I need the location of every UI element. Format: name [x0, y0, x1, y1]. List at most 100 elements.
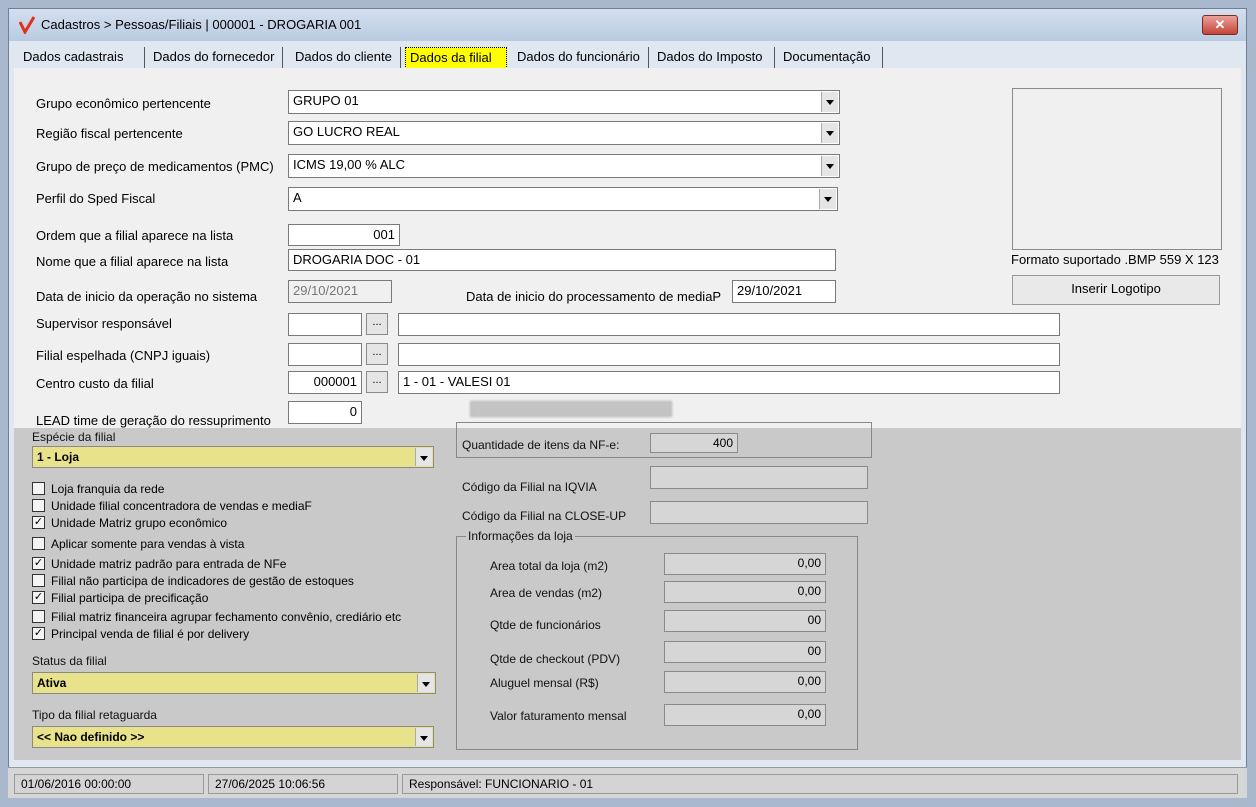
chevron-down-icon[interactable]	[415, 448, 432, 466]
chevron-down-icon[interactable]	[819, 189, 836, 209]
status-select[interactable]: Ativa	[32, 672, 436, 694]
supervisor-search-button[interactable]: ...	[366, 313, 388, 335]
info-loja-title: Informações da loja	[466, 529, 575, 543]
supervisor-code-input[interactable]	[288, 313, 362, 336]
grupo-economico-select[interactable]: GRUPO 01	[288, 90, 840, 114]
data-processamento-label: Data de inicio do processamento de media…	[466, 289, 722, 304]
tab-dados-filial[interactable]: Dados da filial	[405, 47, 507, 69]
status-label: Status da filial	[32, 654, 107, 668]
ordem-label: Ordem que a filial aparece na lista	[36, 228, 234, 243]
tab-dados-cliente[interactable]: Dados do cliente	[291, 47, 401, 69]
close-button[interactable]: ✕	[1202, 15, 1238, 35]
checkbox-vendas-vista[interactable]: Aplicar somente para vendas à vista	[32, 537, 244, 553]
especie-label: Espécie da filial	[32, 430, 116, 444]
centro-custo-search-button[interactable]: ...	[366, 371, 388, 393]
checkbox-label: Aplicar somente para vendas à vista	[51, 537, 245, 551]
created-timestamp: 01/06/2016 00:00:00	[14, 774, 204, 794]
area-vendas-input[interactable]: 0,00	[664, 581, 826, 603]
checkbox-label: Principal venda de filial é por delivery	[51, 627, 250, 641]
tab-dados-imposto[interactable]: Dados do Imposto	[653, 47, 775, 69]
window-title: Cadastros > Pessoas/Filiais | 000001 - D…	[41, 17, 362, 32]
perfil-sped-select[interactable]: A	[288, 187, 838, 211]
data-inicio-input[interactable]: 29/10/2021	[288, 280, 392, 303]
checkbox-label: Filial matriz financeira agrupar fechame…	[51, 610, 402, 624]
checkbox-indicadores-estoque[interactable]: Filial não participa de indicadores de g…	[32, 574, 354, 590]
faturamento-input[interactable]: 0,00	[664, 704, 826, 726]
tipo-label: Tipo da filial retaguarda	[32, 708, 157, 722]
supervisor-name-input[interactable]	[398, 313, 1060, 336]
nome-input[interactable]: DROGARIA DOC - 01	[288, 249, 836, 271]
checkmark-icon[interactable]: ✓	[32, 591, 45, 605]
grupo-preco-value: ICMS 19,00 % ALC	[293, 157, 405, 172]
tab-dados-cadastrais[interactable]: Dados cadastrais	[19, 47, 145, 69]
checkbox-box[interactable]	[32, 537, 45, 551]
checkmark-icon[interactable]: ✓	[32, 627, 45, 641]
checkbox-label: Unidade filial concentradora de vendas e…	[51, 499, 312, 513]
filial-espelhada-search-button[interactable]: ...	[366, 343, 388, 365]
faturamento-label: Valor faturamento mensal	[490, 709, 627, 723]
chevron-down-icon[interactable]	[821, 123, 838, 143]
checkbox-box[interactable]	[32, 574, 45, 588]
chevron-down-icon[interactable]	[415, 728, 432, 746]
especie-select[interactable]: 1 - Loja	[32, 446, 434, 468]
checkbox-matriz-nfe[interactable]: ✓ Unidade matriz padrão para entrada de N…	[32, 557, 286, 573]
closeup-input[interactable]	[650, 501, 868, 524]
iqvia-input[interactable]	[650, 466, 868, 489]
checkmark-icon[interactable]: ✓	[32, 516, 45, 530]
grupo-economico-value: GRUPO 01	[293, 93, 359, 108]
status-value: Ativa	[37, 676, 67, 690]
chevron-down-icon[interactable]	[417, 674, 434, 692]
tab-dados-fornecedor[interactable]: Dados do fornecedor	[149, 47, 283, 69]
area-total-input[interactable]: 0,00	[664, 553, 826, 575]
grupo-economico-label: Grupo econômico pertencente	[36, 96, 211, 111]
checkbox-box[interactable]	[32, 499, 45, 513]
ordem-input[interactable]: 001	[288, 224, 400, 246]
tipo-select[interactable]: << Nao definido >>	[32, 726, 434, 748]
qtde-checkout-input[interactable]: 00	[664, 641, 826, 663]
updated-timestamp: 27/06/2025 10:06:56	[208, 774, 398, 794]
grupo-preco-label: Grupo de preço de medicamentos (PMC)	[36, 159, 274, 174]
tab-dados-funcionario[interactable]: Dados do funcionário	[513, 47, 649, 69]
checkbox-label: Unidade matriz padrão para entrada de NF…	[51, 557, 287, 571]
regiao-fiscal-select[interactable]: GO LUCRO REAL	[288, 121, 840, 145]
perfil-sped-value: A	[293, 190, 302, 205]
lower-section: Espécie da filial 1 - Loja Loja franquia…	[14, 422, 1241, 760]
centro-custo-code-input[interactable]: 000001	[288, 371, 362, 394]
filial-espelhada-name-input[interactable]	[398, 343, 1060, 366]
aluguel-input[interactable]: 0,00	[664, 671, 826, 693]
insert-logo-button[interactable]: Inserir Logotipo	[1012, 275, 1220, 305]
qtde-funcionarios-input[interactable]: 00	[664, 610, 826, 632]
lead-time-label: LEAD time de geração do ressuprimento	[36, 413, 271, 428]
lead-time-input[interactable]: 0	[288, 401, 362, 424]
checkbox-box[interactable]	[32, 610, 45, 624]
nome-label: Nome que a filial aparece na lista	[36, 254, 229, 269]
closeup-label: Código da Filial na CLOSE-UP	[462, 509, 627, 523]
filial-espelhada-code-input[interactable]	[288, 343, 362, 366]
centro-custo-label: Centro custo da filial	[36, 376, 154, 391]
checkbox-filial-concentradora[interactable]: Unidade filial concentradora de vendas e…	[32, 499, 312, 515]
title-bar: Cadastros > Pessoas/Filiais | 000001 - D…	[9, 9, 1246, 41]
aluguel-label: Aluguel mensal (R$)	[490, 676, 599, 690]
chevron-down-icon[interactable]	[821, 92, 838, 112]
grupo-preco-select[interactable]: ICMS 19,00 % ALC	[288, 154, 840, 178]
qtde-checkout-label: Qtde de checkout (PDV)	[490, 652, 621, 666]
iqvia-label: Código da Filial na IQVIA	[462, 480, 597, 494]
qtd-itens-label: Quantidade de itens da NF-e:	[462, 438, 620, 452]
regiao-fiscal-value: GO LUCRO REAL	[293, 124, 400, 139]
tab-documentacao[interactable]: Documentação	[779, 47, 883, 69]
area-vendas-label: Area de vendas (m2)	[490, 586, 603, 600]
checkbox-delivery[interactable]: ✓ Principal venda de filial é por deliver…	[32, 627, 249, 643]
checkbox-unidade-matriz[interactable]: ✓ Unidade Matriz grupo econômico	[32, 516, 227, 532]
chevron-down-icon[interactable]	[821, 156, 838, 176]
checkbox-label: Filial não participa de indicadores de g…	[51, 574, 354, 588]
status-bar: 01/06/2016 00:00:00 27/06/2025 10:06:56 …	[8, 767, 1247, 798]
checkbox-loja-franquia[interactable]: Loja franquia da rede	[32, 482, 164, 498]
centro-custo-name-input[interactable]: 1 - 01 - VALESI 01	[398, 371, 1060, 394]
checkbox-matriz-financeira[interactable]: Filial matriz financeira agrupar fechame…	[32, 610, 401, 626]
data-processamento-input[interactable]: 29/10/2021	[732, 280, 836, 303]
qtd-itens-input[interactable]: 400	[650, 433, 738, 453]
checkbox-precificacao[interactable]: ✓ Filial participa de precificação	[32, 591, 208, 607]
checkbox-box[interactable]	[32, 482, 45, 496]
checkmark-icon[interactable]: ✓	[32, 557, 45, 571]
data-inicio-label: Data de inicio da operação no sistema	[36, 289, 258, 304]
